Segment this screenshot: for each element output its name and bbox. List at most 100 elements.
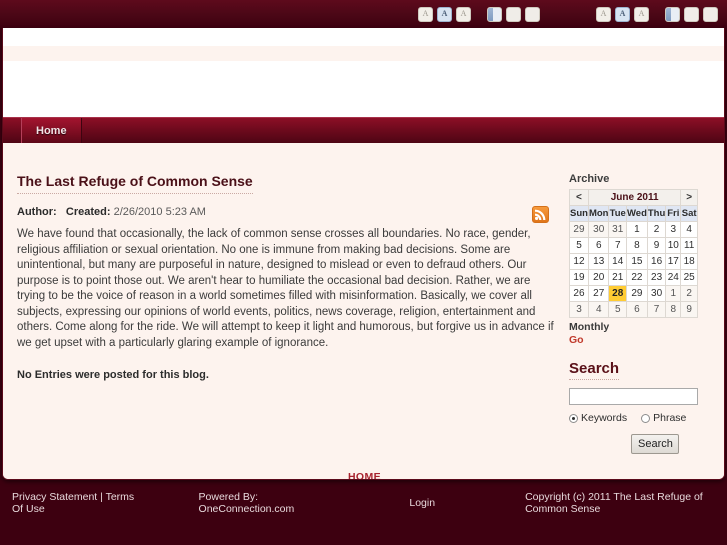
calendar-day[interactable]: 11 <box>680 237 698 254</box>
calendar-day[interactable]: 10 <box>665 237 682 254</box>
calendar-day[interactable]: 2 <box>680 285 698 302</box>
archive-heading: Archive <box>569 173 610 185</box>
calendar-week-row: 29 30 31 1 2 3 4 <box>569 221 698 238</box>
calendar-day[interactable]: 5 <box>569 237 589 254</box>
nav-tab-home[interactable]: Home <box>21 118 82 144</box>
calendar-weekday-thu: Thu <box>646 205 667 222</box>
calendar-day[interactable]: 14 <box>608 253 627 270</box>
calendar-day[interactable]: 4 <box>680 221 698 238</box>
calendar-day[interactable]: 4 <box>587 301 610 318</box>
calendar-day[interactable]: 2 <box>646 221 667 238</box>
calendar-weekday-header: Sun Mon Tue Wed Thu Fri Sat <box>569 205 698 222</box>
content-area: The Last Refuge of Common Sense Author: … <box>3 143 724 466</box>
calendar-day[interactable]: 25 <box>680 269 698 286</box>
nav-tab-home-label: Home <box>36 125 67 137</box>
calendar-day[interactable]: 26 <box>569 285 589 302</box>
main-navigation-bar: Home <box>3 117 724 144</box>
text-size-small-button-2[interactable]: A <box>596 6 611 22</box>
calendar-month-label: June 2011 <box>587 189 682 206</box>
calendar-day[interactable]: 18 <box>680 253 698 270</box>
no-entries-message: No Entries were posted for this blog. <box>17 369 209 381</box>
privacy-statement-link[interactable]: Privacy Statement <box>12 491 97 503</box>
calendar-day[interactable]: 3 <box>665 221 682 238</box>
search-option-phrase-label: Phrase <box>653 412 687 424</box>
footer-login-link[interactable]: Login <box>409 497 435 509</box>
calendar-day[interactable]: 13 <box>587 253 610 270</box>
footer-legal-links: Privacy Statement | Terms Of Use <box>12 491 137 515</box>
text-size-large-button-2[interactable]: A <box>634 6 649 22</box>
search-option-keywords-label: Keywords <box>581 412 628 424</box>
blog-post: The Last Refuge of Common Sense Author: … <box>17 173 559 381</box>
text-size-medium-button[interactable]: A <box>437 6 452 22</box>
calendar-weekday-mon: Mon <box>587 205 610 222</box>
calendar-day[interactable]: 22 <box>625 269 648 286</box>
calendar-day[interactable]: 16 <box>646 253 667 270</box>
text-size-medium-button-2[interactable]: A <box>615 6 630 22</box>
calendar-day[interactable]: 15 <box>625 253 648 270</box>
calendar-weekday-wed: Wed <box>625 205 648 222</box>
rss-feed-icon[interactable] <box>532 206 549 223</box>
calendar-week-row: 5 6 7 8 9 10 11 <box>569 237 698 254</box>
calendar-day[interactable]: 5 <box>608 301 627 318</box>
calendar-day[interactable]: 29 <box>569 221 589 238</box>
calendar-day[interactable]: 6 <box>587 237 610 254</box>
calendar-day[interactable]: 23 <box>646 269 667 286</box>
created-label: Created: <box>65 206 111 218</box>
text-size-small-button[interactable]: A <box>418 6 433 22</box>
calendar-day[interactable]: 7 <box>608 237 627 254</box>
calendar-day[interactable]: 17 <box>665 253 682 270</box>
calendar-day-selected[interactable]: 28 <box>608 285 627 302</box>
layout-narrow-button[interactable] <box>487 6 502 22</box>
layout-medium-button[interactable] <box>506 6 521 22</box>
footer-copyright: Copyright (c) 2011 The Last Refuge of Co… <box>525 491 703 515</box>
archive-go-link[interactable]: Go <box>569 334 701 346</box>
layout-narrow-button-2[interactable] <box>665 6 680 22</box>
layout-wide-button-2[interactable] <box>703 6 718 22</box>
calendar-week-row: 26 27 28 29 30 1 2 <box>569 285 698 302</box>
calendar-weekday-sun: Sun <box>569 205 589 222</box>
footer-home-link[interactable]: HOME <box>348 471 381 479</box>
calendar-day[interactable]: 1 <box>665 285 682 302</box>
search-option-phrase-radio[interactable] <box>641 413 651 423</box>
calendar-day[interactable]: 8 <box>625 237 648 254</box>
calendar-day[interactable]: 24 <box>665 269 682 286</box>
calendar-day[interactable]: 20 <box>587 269 610 286</box>
calendar-day[interactable]: 21 <box>608 269 627 286</box>
calendar-next-month-button[interactable]: > <box>680 189 698 206</box>
sidebar: Archive < June 2011 > Sun Mon Tue Wed Thu Fri… <box>569 173 701 454</box>
calendar-week-row: 19 20 21 22 23 24 25 <box>569 269 698 286</box>
site-card: Home The Last Refuge of Common Sense Aut… <box>2 28 725 480</box>
header-banner-band <box>3 46 724 61</box>
calendar-day[interactable]: 8 <box>665 301 682 318</box>
search-input[interactable] <box>569 388 698 405</box>
calendar-nav-row: < June 2011 > <box>569 189 698 206</box>
calendar-weekday-sat: Sat <box>680 205 698 222</box>
calendar-day[interactable]: 1 <box>625 221 648 238</box>
calendar-day[interactable]: 29 <box>625 285 648 302</box>
calendar-prev-month-button[interactable]: < <box>569 189 589 206</box>
toolbar-group-right: A A A <box>596 6 718 22</box>
page-root: A A A A A A Home The Last Refuge of Comm… <box>0 0 727 545</box>
toolbar-group-left: A A A <box>418 6 540 22</box>
search-heading: Search <box>569 360 620 380</box>
layout-wide-button[interactable] <box>525 6 540 22</box>
search-option-keywords-radio[interactable] <box>569 413 578 423</box>
layout-medium-button-2[interactable] <box>684 6 699 22</box>
calendar-day[interactable]: 6 <box>625 301 648 318</box>
footer-home-strip: HOME <box>3 466 724 479</box>
calendar-day[interactable]: 9 <box>646 237 667 254</box>
calendar-day[interactable]: 19 <box>569 269 589 286</box>
search-options: Keywords Phrase <box>569 412 701 424</box>
calendar-day[interactable]: 3 <box>569 301 589 318</box>
calendar-day[interactable]: 27 <box>587 285 610 302</box>
calendar-day[interactable]: 9 <box>680 301 698 318</box>
calendar-day[interactable]: 31 <box>608 221 627 238</box>
archive-calendar: < June 2011 > Sun Mon Tue Wed Thu Fri Sat 29 30… <box>569 189 698 318</box>
text-size-large-button[interactable]: A <box>456 6 471 22</box>
search-button[interactable]: Search <box>631 434 679 454</box>
calendar-day[interactable]: 7 <box>646 301 667 318</box>
calendar-week-row: 3456789 <box>569 301 698 318</box>
calendar-day[interactable]: 30 <box>646 285 667 302</box>
calendar-day[interactable]: 12 <box>569 253 589 270</box>
calendar-day[interactable]: 30 <box>587 221 610 238</box>
